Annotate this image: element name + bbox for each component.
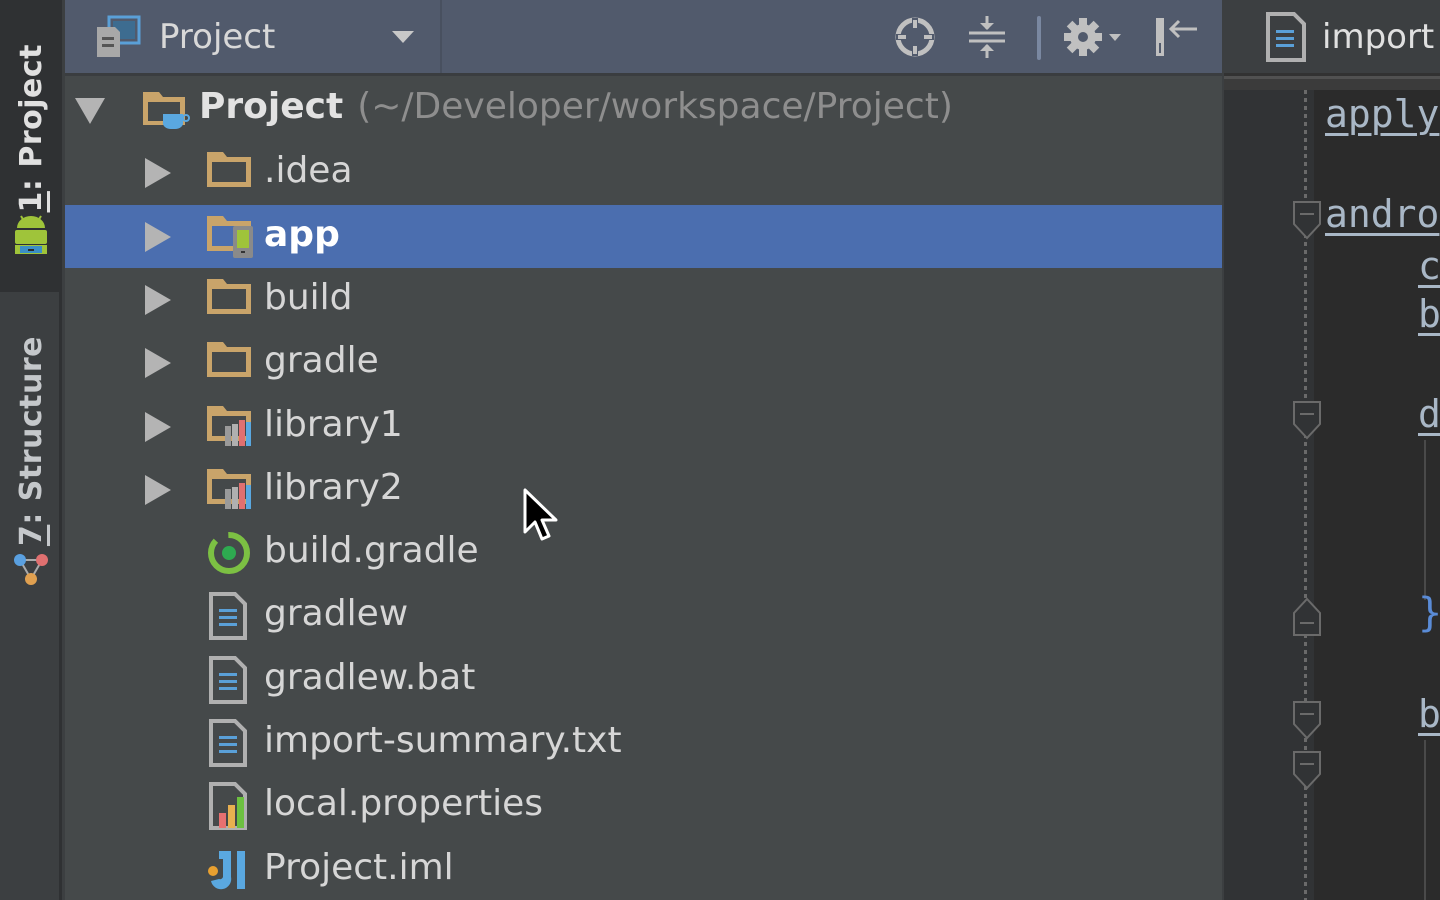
tree-row-gradlew[interactable]: gradlew — [65, 584, 1222, 647]
code-line: c — [1418, 244, 1440, 288]
fold-end-icon[interactable] — [1292, 597, 1322, 637]
expand-arrow-icon[interactable] — [145, 475, 171, 505]
text-file-icon — [209, 656, 247, 704]
tree-row-gradlew-bat[interactable]: gradlew.bat — [65, 648, 1222, 711]
indent-guide — [1424, 740, 1426, 900]
structure-icon — [9, 546, 53, 590]
folder-icon — [207, 152, 251, 187]
tree-row-project-iml[interactable]: Project.iml — [65, 838, 1222, 900]
mouse-cursor-icon — [523, 488, 558, 541]
tree-root-path: (~/Developer/workspace/Project) — [357, 86, 953, 127]
tree-row-app[interactable]: app — [65, 205, 1222, 268]
scroll-from-source-button[interactable] — [892, 14, 938, 60]
code-line: b — [1418, 692, 1440, 736]
project-folder-icon — [143, 92, 190, 130]
tree-root-label: Project (~/Developer/workspace/Project) — [199, 86, 953, 127]
expand-arrow-icon[interactable] — [75, 98, 105, 124]
fold-collapse-icon[interactable] — [1292, 750, 1322, 790]
iml-file-icon — [208, 851, 245, 890]
tree-node-label: gradle — [264, 340, 379, 381]
expand-arrow-icon[interactable] — [145, 348, 171, 378]
fold-collapse-icon[interactable] — [1292, 400, 1322, 440]
tree-row-build[interactable]: build — [65, 268, 1222, 331]
editor-area: import apply andro c b d } b — [1224, 0, 1440, 900]
expand-arrow-icon[interactable] — [145, 158, 171, 188]
code-line: d — [1418, 392, 1440, 436]
folder-icon — [207, 342, 251, 377]
android-icon — [9, 212, 53, 256]
text-file-icon — [209, 719, 247, 767]
tree-node-label: local.properties — [264, 783, 544, 824]
tree-node-label: library1 — [264, 404, 403, 445]
tree-node-label: Project.iml — [264, 847, 454, 888]
code-line: b — [1418, 292, 1440, 336]
tree-node-label: gradlew — [264, 593, 409, 634]
editor-tab-divider — [1224, 76, 1440, 90]
library-module-icon — [207, 469, 251, 509]
tree-root-row[interactable]: Project (~/Developer/workspace/Project) — [65, 78, 1222, 141]
library-module-icon — [207, 406, 251, 446]
view-selector-label: Project — [159, 16, 276, 57]
code-line: } — [1418, 590, 1440, 636]
tool-tab-project-label: 1: Project — [13, 43, 49, 212]
crosshair-icon — [895, 17, 935, 57]
indent-guide — [1424, 440, 1426, 600]
tree-node-label: app — [264, 214, 340, 255]
expand-arrow-icon[interactable] — [145, 285, 171, 315]
tree-node-label: build — [264, 277, 353, 318]
folder-icon — [207, 279, 251, 314]
fold-collapse-icon[interactable] — [1292, 200, 1322, 240]
code-line: andro — [1325, 192, 1440, 236]
tree-node-label: build.gradle — [264, 530, 479, 571]
editor-tab-import-summary[interactable]: import — [1322, 17, 1434, 57]
fold-collapse-icon[interactable] — [1292, 700, 1322, 740]
view-selector-dropdown[interactable]: Project — [65, 0, 442, 73]
tree-row-library1[interactable]: library1 — [65, 395, 1222, 458]
tree-node-label: library2 — [264, 467, 403, 508]
chevron-down-icon — [392, 30, 414, 43]
settings-button[interactable] — [1061, 14, 1131, 60]
tree-row-local-properties[interactable]: local.properties — [65, 774, 1222, 837]
project-view-icon — [97, 15, 141, 57]
text-file-icon — [209, 592, 247, 640]
tool-tab-structure-label: 7: Structure — [13, 335, 49, 546]
android-module-icon — [207, 216, 253, 258]
hide-panel-button[interactable] — [1153, 14, 1199, 60]
tool-window-strip: 1: Project 7: Structure — [0, 0, 62, 900]
tree-row-gradle[interactable]: gradle — [65, 331, 1222, 394]
hide-panel-icon — [1156, 18, 1197, 56]
tree-row-library2[interactable]: library2 — [65, 458, 1222, 521]
gradle-icon — [208, 532, 250, 574]
tree-row-import-summary-txt[interactable]: import-summary.txt — [65, 711, 1222, 774]
project-tool-window: Project Project (~/Developer/workspace/P… — [65, 0, 1222, 900]
project-panel-header: Project — [65, 0, 1222, 76]
tool-tab-project[interactable]: 1: Project — [0, 0, 62, 292]
tree-node-label: gradlew.bat — [264, 657, 476, 698]
text-file-icon — [1266, 11, 1306, 62]
collapse-all-icon — [969, 16, 1005, 58]
code-line: apply — [1325, 92, 1440, 136]
expand-arrow-icon[interactable] — [145, 222, 171, 252]
toolbar-separator — [1037, 16, 1041, 60]
tree-node-label: import-summary.txt — [264, 720, 622, 761]
tree-row-idea[interactable]: .idea — [65, 141, 1222, 204]
tree-row-build-gradle[interactable]: build.gradle — [65, 521, 1222, 584]
tool-tab-structure[interactable]: 7: Structure — [0, 300, 62, 610]
properties-file-icon — [209, 782, 247, 830]
collapse-all-button[interactable] — [964, 14, 1010, 60]
expand-arrow-icon[interactable] — [145, 412, 171, 442]
editor-tab-bar: import — [1224, 0, 1440, 76]
gear-icon — [1064, 18, 1121, 56]
tree-node-label: .idea — [264, 150, 353, 191]
